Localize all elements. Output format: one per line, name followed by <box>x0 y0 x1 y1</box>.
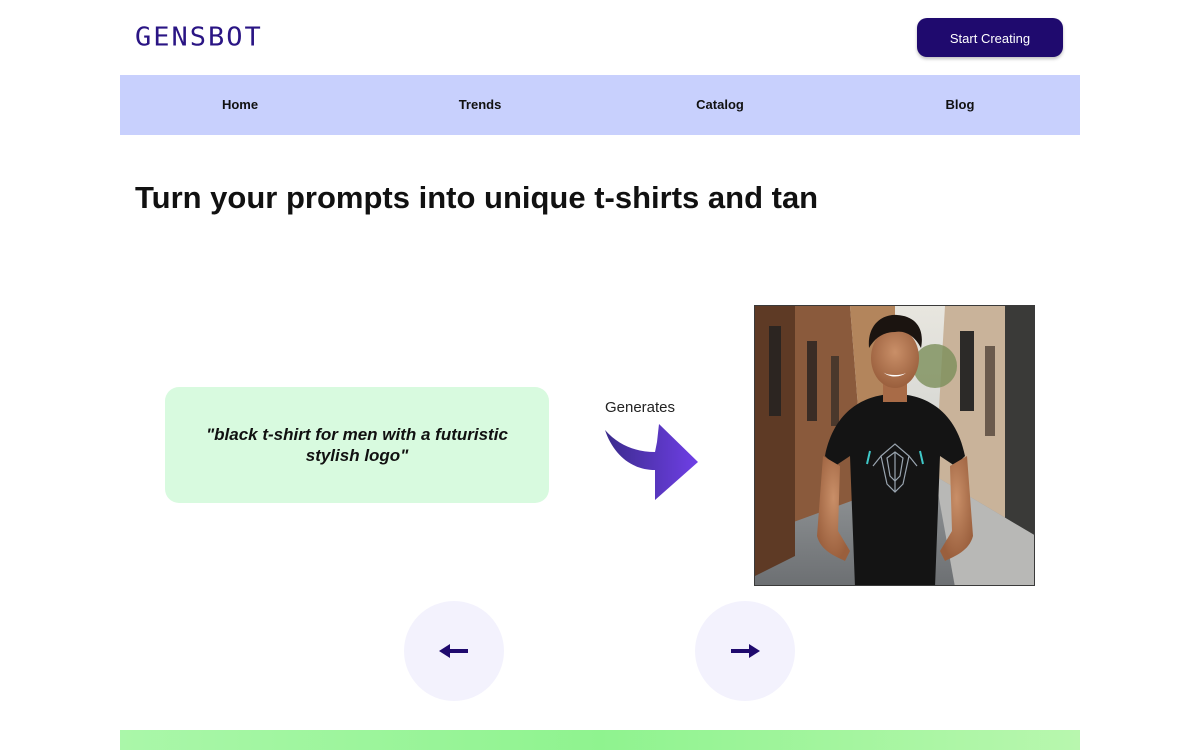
main-nav: Home Trends Catalog Blog <box>120 75 1080 135</box>
next-button[interactable] <box>695 601 795 701</box>
brand-logo[interactable]: GENSBOT <box>135 23 263 53</box>
arrow-left-icon <box>439 644 468 658</box>
page: GENSBOT Start Creating Home Trends Catal… <box>0 0 1200 750</box>
generated-tshirt-photo <box>754 305 1035 586</box>
nav-item-catalog[interactable]: Catalog <box>600 75 840 135</box>
hero-headline: Turn your prompts into unique t-shirts a… <box>135 180 819 215</box>
nav-item-trends[interactable]: Trends <box>360 75 600 135</box>
man-tshirt-image <box>755 306 1034 585</box>
generates-label: Generates <box>604 399 676 416</box>
nav-item-blog[interactable]: Blog <box>840 75 1080 135</box>
footer-banner-strip <box>120 730 1080 750</box>
arrow-right-icon <box>731 644 760 658</box>
curved-arrow-icon <box>605 424 698 500</box>
previous-button[interactable] <box>404 601 504 701</box>
prompt-card: "black t-shirt for men with a futuristic… <box>165 387 549 503</box>
start-creating-button[interactable]: Start Creating <box>917 18 1063 57</box>
prompt-text: "black t-shirt for men with a futuristic… <box>206 425 508 465</box>
nav-item-home[interactable]: Home <box>120 75 360 135</box>
